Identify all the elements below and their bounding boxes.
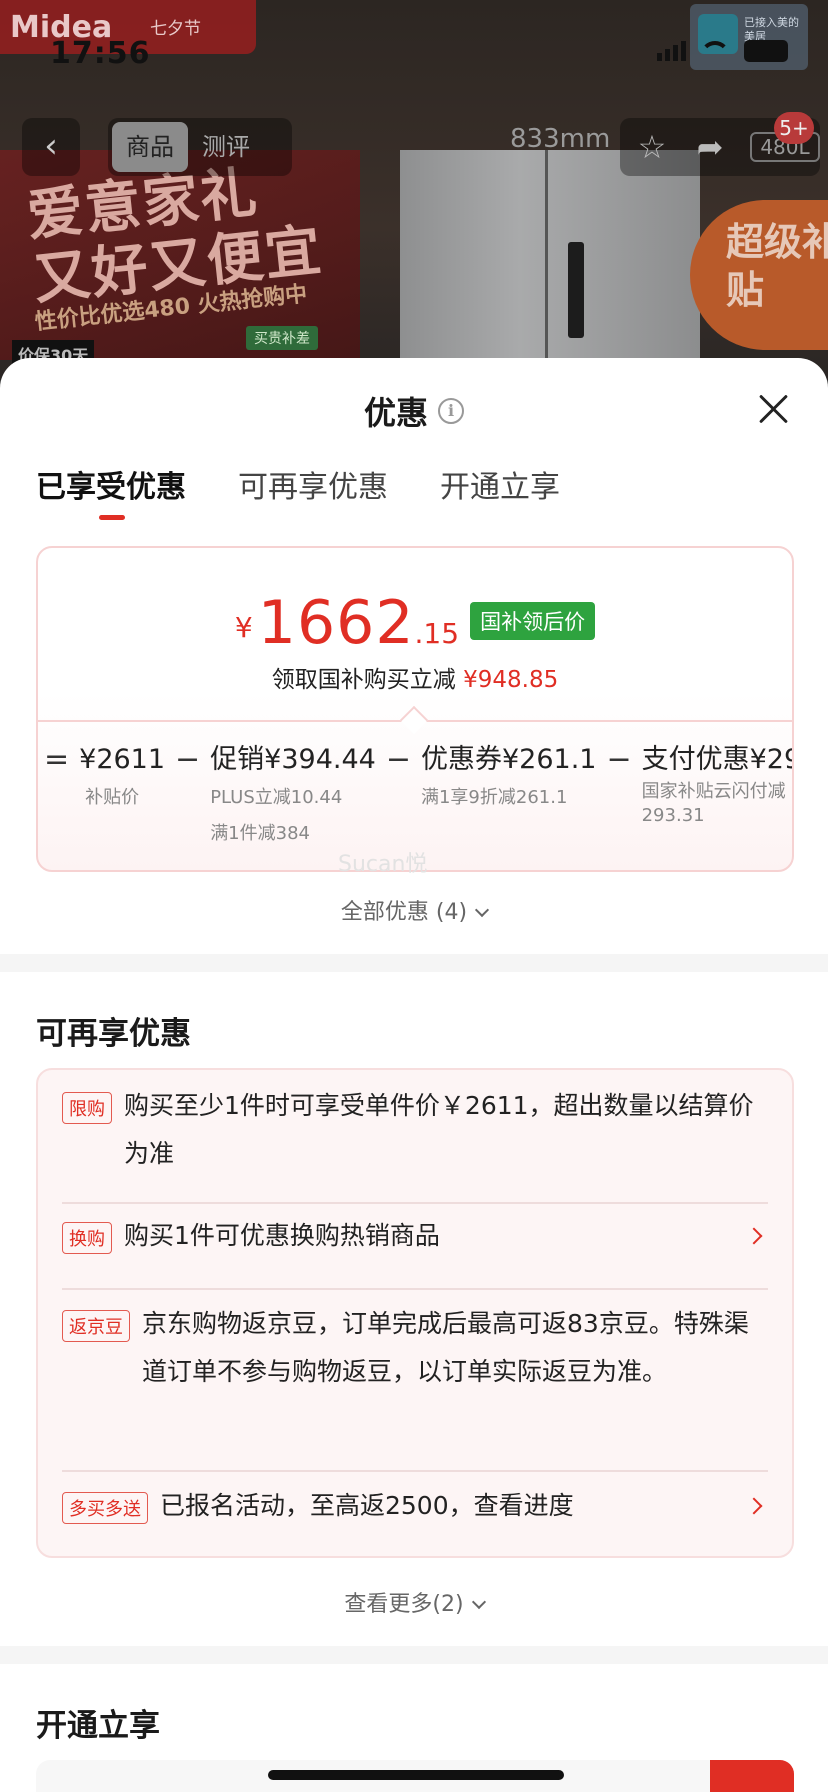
tab-product[interactable]: 商品 [112, 122, 188, 172]
home-indicator [268, 1770, 564, 1780]
star-icon[interactable]: ☆ [634, 129, 670, 165]
notification-badge: 5+ [774, 112, 814, 144]
price-match-tag: 买贵补差 [246, 326, 318, 350]
offer-tag: 返京豆 [62, 1310, 130, 1342]
list-item: 返京豆 京东购物返京豆，订单完成后最高可返83京豆。特殊渠道订单不参与购物返豆，… [62, 1300, 768, 1396]
savings-label: 领取国补购买立减 [271, 667, 456, 693]
offer-tag: 换购 [62, 1222, 112, 1254]
signal-icon [657, 41, 686, 61]
offer-divider [62, 1470, 768, 1472]
more-offers-title: 可再享优惠 [36, 1016, 191, 1052]
list-item[interactable]: 换购 购买1件可优惠换购热销商品 [62, 1212, 768, 1260]
super-subsidy-badge[interactable]: 超级补贴 [690, 200, 828, 350]
breakdown-value: 促销¥394.44 [210, 744, 376, 775]
sheet-title: 优惠 [363, 394, 428, 432]
operator-minus: − [175, 742, 201, 777]
status-icons [657, 40, 788, 62]
breakdown-note: PLUS立减10.44 [210, 787, 343, 808]
offers-sheet: 优惠 i 已享受优惠 可再享优惠 开通立享 ¥ 1662.15 国补领后价 领取… [0, 358, 828, 1792]
offer-text: 京东购物返京豆，订单完成后最高可返83京豆。特殊渠道订单不参与购物返豆，以订单实… [142, 1309, 749, 1386]
price-decimal: .15 [414, 617, 460, 650]
offer-text: 已报名活动，至高返2500，查看进度 [160, 1491, 574, 1520]
tab-open-enjoy[interactable]: 开通立享 [440, 462, 560, 520]
chevron-right-icon [745, 1227, 763, 1245]
price-breakdown: = ¥2611 补贴价 − 促销¥394.44 PLUS立减10.44 满1件减… [38, 740, 792, 852]
fridge-width-label: 833mm [510, 124, 611, 154]
section-separator [0, 1646, 828, 1664]
gov-subsidy-tag: 国补领后价 [470, 602, 596, 640]
offer-text: 购买1件可优惠换购热销商品 [124, 1221, 440, 1250]
offer-tabs: 已享受优惠 可再享优惠 开通立享 [36, 462, 560, 520]
chevron-down-icon [471, 1594, 486, 1610]
breakdown-note: 补贴价 [85, 787, 140, 808]
all-offers-toggle[interactable]: 全部优惠 (4) [0, 894, 828, 926]
breakdown-value: 优惠券¥261.1 [420, 744, 597, 775]
offer-divider [62, 1202, 768, 1204]
chevron-right-icon [745, 1497, 763, 1515]
offer-tag: 多买多送 [62, 1492, 148, 1524]
brand-event: 七夕节 [150, 19, 201, 39]
offer-divider [62, 1288, 768, 1290]
operator-minus: − [606, 742, 632, 777]
product-nav-tabs: 商品 测评 [108, 118, 292, 176]
fridge-control-panel [568, 242, 584, 338]
tab-review[interactable]: 测评 [188, 122, 264, 172]
offer-tag: 限购 [62, 1092, 112, 1124]
breakdown-note: 国家补贴云闪付减293.31 [641, 781, 786, 826]
breakdown-subsidy-price: ¥2611 补贴价 [79, 740, 165, 816]
open-enjoy-button[interactable] [710, 1760, 794, 1792]
savings-line: 领取国补购买立减 ¥948.85 [38, 660, 792, 694]
back-button[interactable]: ‹ [22, 118, 80, 176]
see-more-toggle[interactable]: 查看更多(2) [0, 1586, 828, 1618]
savings-amount: ¥948.85 [463, 667, 559, 693]
watermark: Sucan悦 [338, 852, 428, 877]
currency-symbol: ¥ [234, 611, 253, 644]
battery-icon [744, 40, 788, 62]
list-item[interactable]: 多买多送 已报名活动，至高返2500，查看进度 [62, 1482, 768, 1530]
breakdown-note: 满1享9折减261.1 [420, 787, 568, 808]
section-separator [0, 954, 828, 972]
list-item: 限购 购买至少1件时可享受单件价￥2611，超出数量以结算价为准 [62, 1082, 768, 1178]
breakdown-value: ¥2611 [79, 744, 166, 775]
more-offers-list: 限购 购买至少1件时可享受单件价￥2611，超出数量以结算价为准 换购 购买1件… [36, 1068, 794, 1558]
operator-minus: − [385, 742, 411, 777]
all-offers-label: 全部优惠 (4) [340, 900, 468, 925]
open-enjoy-title: 开通立享 [36, 1708, 160, 1744]
final-price: ¥ 1662.15 国补领后价 [38, 588, 792, 658]
breakdown-value: 支付优惠¥293.31 [641, 744, 792, 775]
offer-text: 购买至少1件时可享受单件价￥2611，超出数量以结算价为准 [124, 1091, 754, 1168]
breakdown-promotion: 促销¥394.44 PLUS立减10.44 满1件减384 [210, 740, 376, 852]
tab-more-offers[interactable]: 可再享优惠 [238, 462, 388, 520]
close-icon[interactable] [758, 394, 788, 424]
price-card: ¥ 1662.15 国补领后价 领取国补购买立减 ¥948.85 = ¥2611… [36, 546, 794, 872]
fridge-image [400, 150, 700, 380]
see-more-label: 查看更多(2) [344, 1592, 464, 1617]
info-icon[interactable]: i [438, 398, 464, 424]
operator-equals: = [44, 742, 70, 777]
card-pointer [399, 705, 429, 735]
price-integer: 1662 [257, 588, 415, 658]
sheet-header: 优惠 i [0, 388, 828, 434]
breakdown-payment: 支付优惠¥293.31 国家补贴云闪付减293.31 [641, 740, 792, 828]
status-time: 17:56 [50, 36, 151, 71]
share-icon[interactable]: ➦ [692, 129, 728, 165]
tab-enjoyed-offers[interactable]: 已享受优惠 [36, 462, 186, 520]
wifi-icon [700, 41, 730, 61]
fridge-door-seam [545, 150, 548, 380]
chevron-down-icon [475, 902, 490, 918]
breakdown-coupon: 优惠券¥261.1 满1享9折减261.1 [421, 740, 596, 816]
